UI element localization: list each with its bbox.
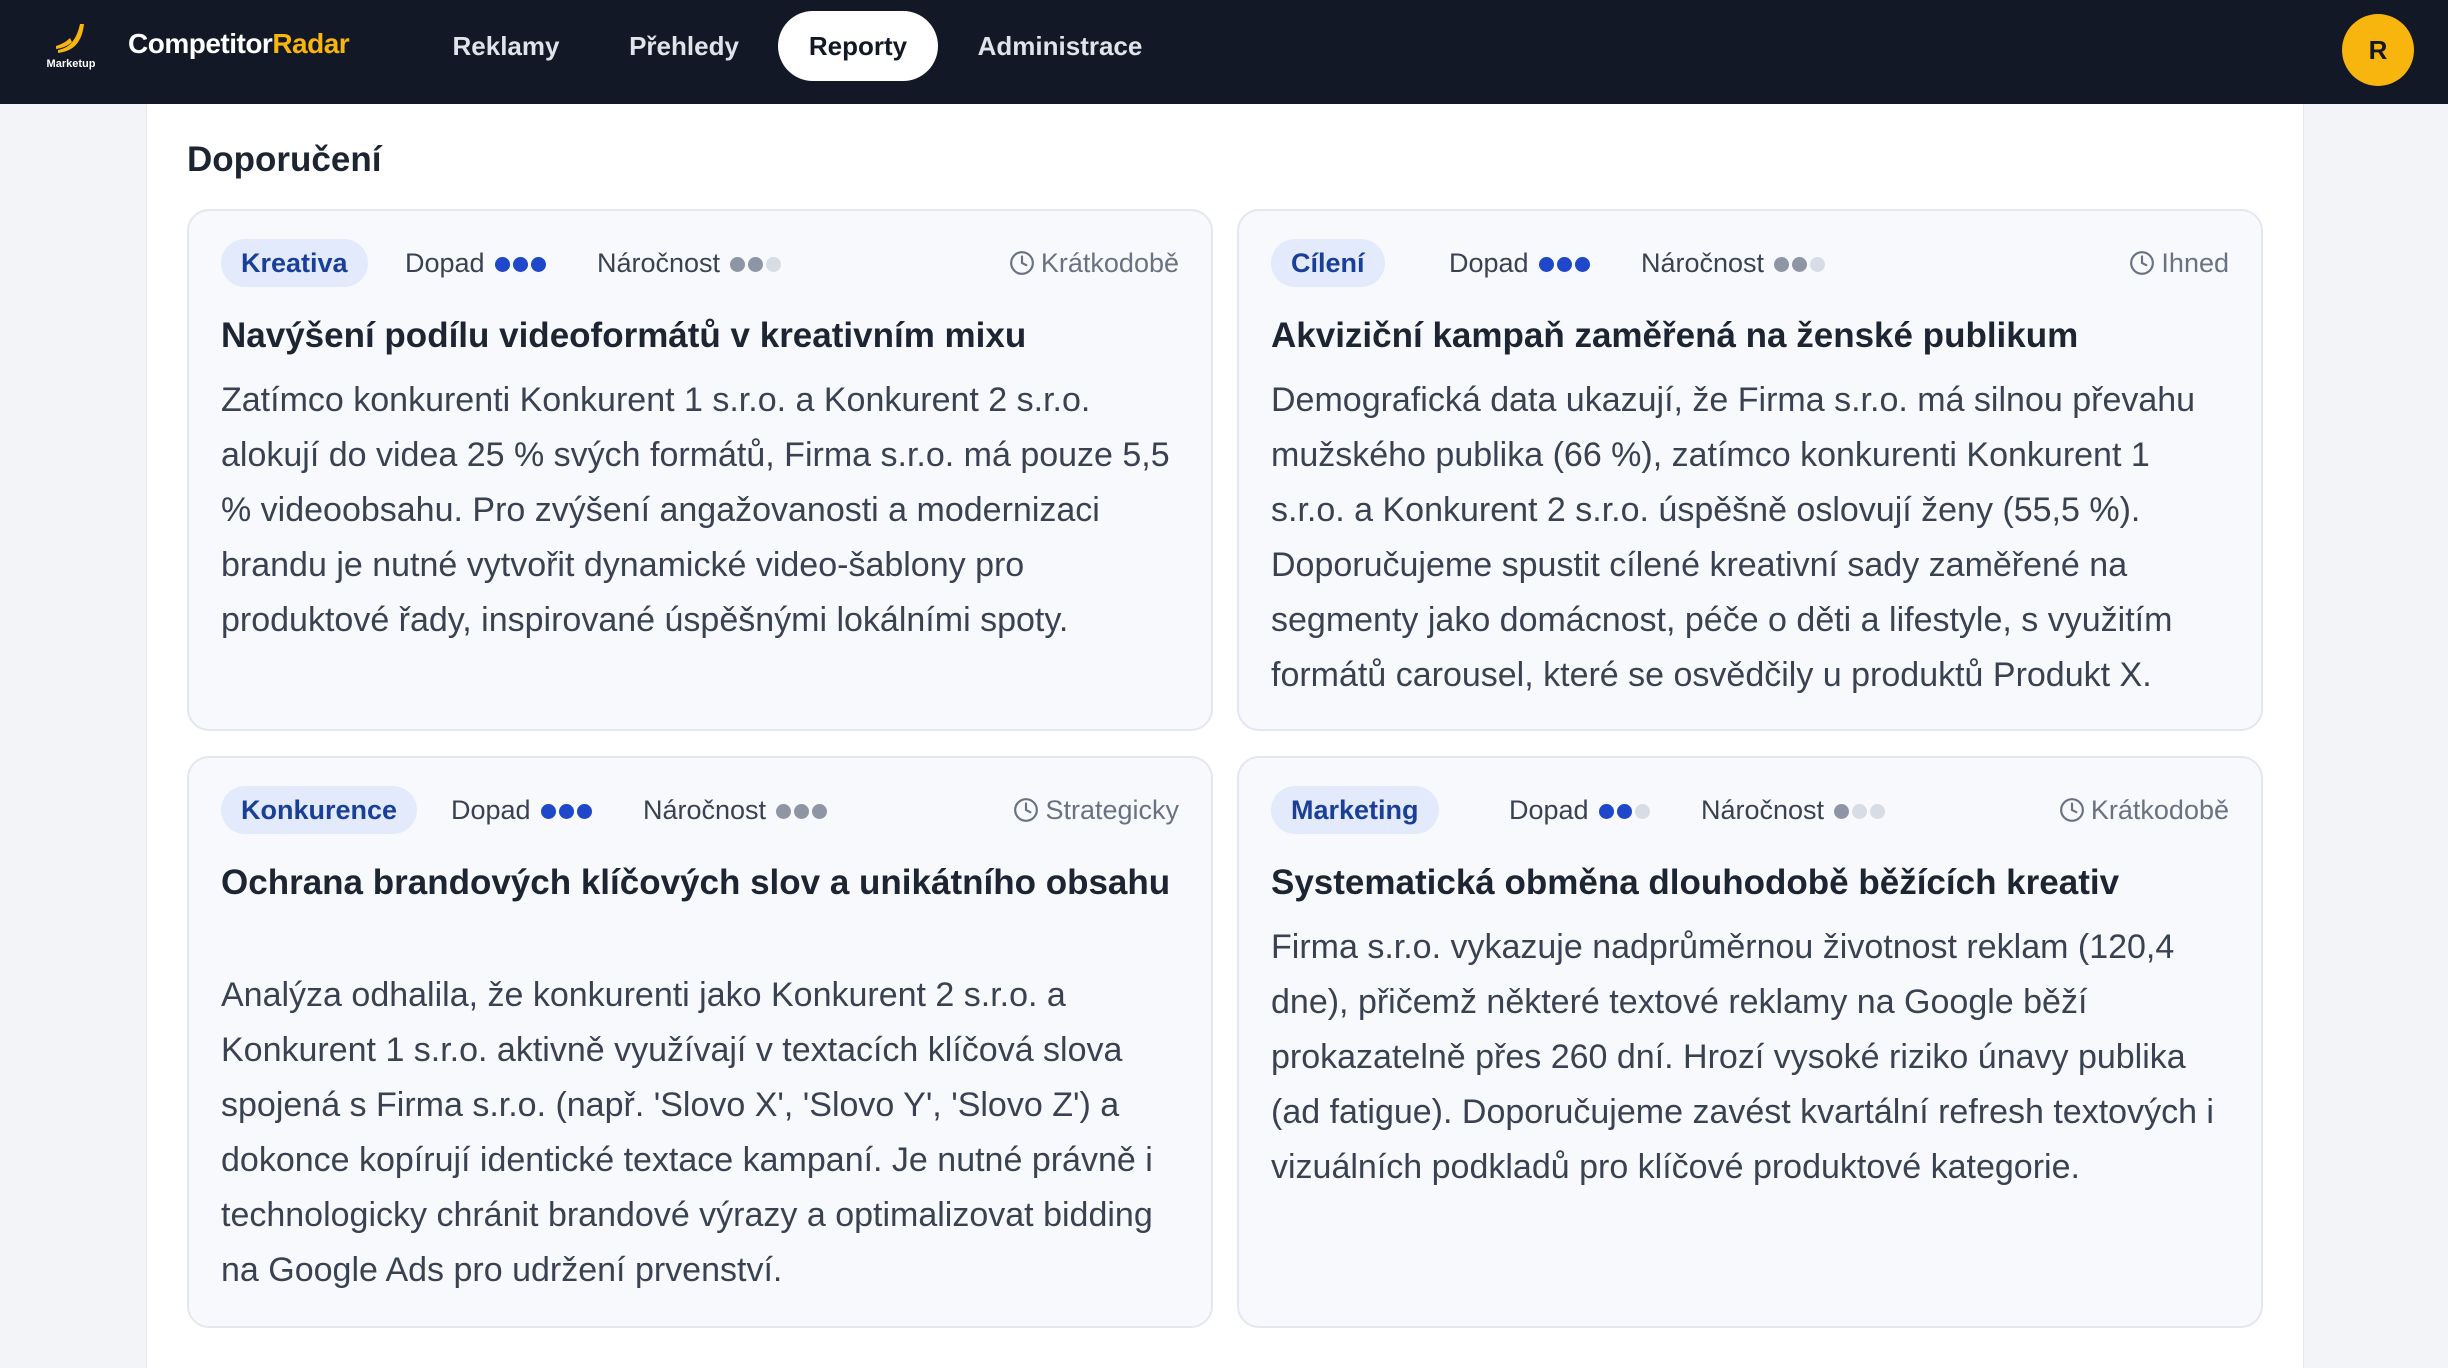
card-description: Firma s.r.o. vykazuje nadprůměrnou život… xyxy=(1271,928,2214,1186)
timing-info: Krátkodobě xyxy=(1009,239,1179,287)
card-meta: Marketing Dopad Náročnost Krátkodobě xyxy=(1271,786,2229,834)
effort-dot xyxy=(1810,256,1826,272)
impact-dot xyxy=(530,256,546,272)
user-avatar[interactable]: R xyxy=(2342,14,2414,86)
card-meta: Cílení Dopad Náročnost Ihned xyxy=(1271,239,2229,287)
timing-label: Krátkodobě xyxy=(2090,795,2229,825)
impact-label: Dopad xyxy=(1449,248,1529,278)
clock-icon xyxy=(2059,797,2084,822)
category-tag: Cílení xyxy=(1271,239,1385,287)
app-title-main: Competitor xyxy=(128,28,273,59)
card-title: Akviziční kampaň zaměřená na ženské publ… xyxy=(1271,316,2079,355)
timing-label: Krátkodobě xyxy=(1040,248,1179,278)
impact-dot xyxy=(1616,803,1632,819)
nav-item-reklamy[interactable]: Reklamy xyxy=(430,11,582,81)
card-meta: Konkurence Dopad Náročnost Strategicky xyxy=(221,786,1179,834)
card-title: Navýšení podílu videoformátů v kreativní… xyxy=(221,316,1027,355)
clock-icon xyxy=(1014,797,1039,822)
nav-item-prehledy[interactable]: Přehledy xyxy=(612,11,756,81)
effort-indicator: Náročnost xyxy=(643,786,830,834)
card-description: Demografická data ukazují, že Firma s.r.… xyxy=(1271,381,2196,694)
effort-dot xyxy=(1774,256,1790,272)
effort-dot xyxy=(766,256,782,272)
impact-indicator: Dopad xyxy=(405,239,549,287)
timing-label: Strategicky xyxy=(1045,795,1179,825)
category-tag: Konkurence xyxy=(221,786,418,834)
effort-indicator: Náročnost xyxy=(1701,786,1888,834)
impact-dot xyxy=(1634,803,1650,819)
recommendation-card: Cílení Dopad Náročnost Ihned Akviziční k… xyxy=(1237,209,2263,731)
effort-dot xyxy=(812,803,828,819)
effort-dot xyxy=(794,803,810,819)
effort-dot xyxy=(1792,256,1808,272)
impact-dot xyxy=(1574,256,1590,272)
marketup-logo[interactable]: Marketup xyxy=(40,20,102,72)
timing-label: Ihned xyxy=(2161,248,2229,278)
app-title-accent: Radar xyxy=(272,28,350,59)
category-tag: Marketing xyxy=(1271,786,1439,834)
card-meta: Kreativa Dopad Náročnost Krátkodobě xyxy=(221,239,1179,287)
impact-dot xyxy=(1556,256,1572,272)
effort-dot xyxy=(1834,803,1850,819)
category-tag: Kreativa xyxy=(221,239,368,287)
impact-indicator: Dopad xyxy=(1509,786,1653,834)
effort-indicator: Náročnost xyxy=(1641,239,1828,287)
impact-dot xyxy=(494,256,510,272)
card-title: Ochrana brandových klíčových slov a unik… xyxy=(221,863,1171,902)
clock-icon xyxy=(2130,250,2155,275)
top-navigation-bar: Marketup CompetitorRadar Reklamy Přehled… xyxy=(0,0,2448,104)
effort-dot xyxy=(776,803,792,819)
impact-indicator: Dopad xyxy=(451,786,595,834)
effort-label: Náročnost xyxy=(1701,795,1825,825)
impact-label: Dopad xyxy=(405,248,485,278)
impact-label: Dopad xyxy=(451,795,531,825)
effort-label: Náročnost xyxy=(597,248,721,278)
nav-item-reporty[interactable]: Reporty xyxy=(778,11,938,81)
impact-dots xyxy=(540,786,595,834)
timing-info: Ihned xyxy=(2129,239,2229,287)
effort-dots xyxy=(1774,239,1828,287)
recommendation-card: Marketing Dopad Náročnost Krátkodobě Sys… xyxy=(1237,756,2263,1328)
effort-dots xyxy=(730,239,784,287)
effort-dots xyxy=(1834,786,1888,834)
effort-dots xyxy=(776,786,830,834)
impact-dot xyxy=(1538,256,1554,272)
nav-item-administrace[interactable]: Administrace xyxy=(960,11,1160,81)
card-description: Zatímco konkurenti Konkurent 1 s.r.o. a … xyxy=(221,381,1170,639)
impact-indicator: Dopad xyxy=(1449,239,1593,287)
effort-indicator: Náročnost xyxy=(597,239,784,287)
recommendation-card: Kreativa Dopad Náročnost Krátkodobě Navý… xyxy=(187,209,1213,731)
card-title: Systematická obměna dlouhodobě běžících … xyxy=(1271,863,2120,902)
section-title: Doporučení xyxy=(187,140,382,179)
impact-dot xyxy=(576,803,592,819)
timing-info: Strategicky xyxy=(1013,786,1179,834)
recommendation-card: Konkurence Dopad Náročnost Strategicky O… xyxy=(187,756,1213,1328)
effort-dot xyxy=(730,256,746,272)
impact-dot xyxy=(1598,803,1614,819)
app-title[interactable]: CompetitorRadar xyxy=(128,28,350,60)
impact-dots xyxy=(494,239,549,287)
impact-dot xyxy=(540,803,556,819)
impact-dots xyxy=(1598,786,1653,834)
impact-dot xyxy=(512,256,528,272)
logo-text: Marketup xyxy=(46,58,96,70)
effort-label: Náročnost xyxy=(643,795,767,825)
impact-dots xyxy=(1538,239,1593,287)
impact-label: Dopad xyxy=(1509,795,1589,825)
clock-icon xyxy=(1009,250,1034,275)
effort-dot xyxy=(1852,803,1868,819)
logo-mark-icon xyxy=(56,24,84,53)
effort-dot xyxy=(748,256,764,272)
card-description: Analýza odhalila, že konkurenti jako Kon… xyxy=(221,976,1153,1289)
timing-info: Krátkodobě xyxy=(2059,786,2229,834)
impact-dot xyxy=(558,803,574,819)
effort-label: Náročnost xyxy=(1641,248,1765,278)
effort-dot xyxy=(1870,803,1886,819)
